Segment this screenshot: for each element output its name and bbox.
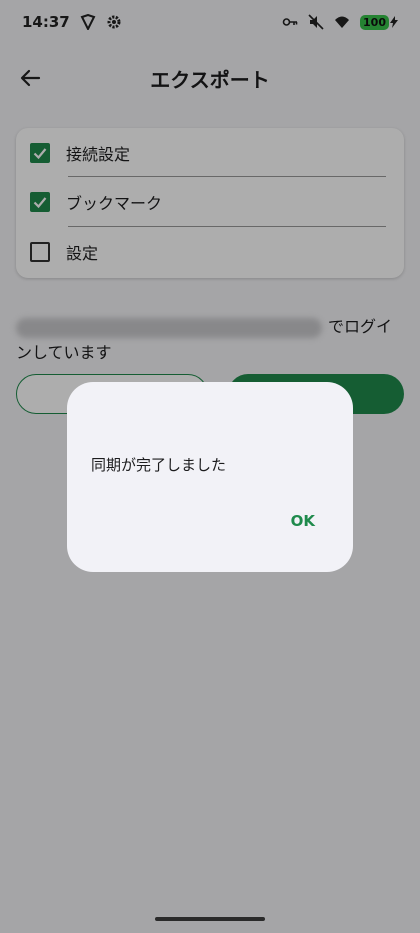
ok-button[interactable]: OK	[291, 512, 315, 530]
sync-complete-dialog: 同期が完了しました OK	[67, 382, 353, 572]
dialog-message: 同期が完了しました	[91, 456, 227, 474]
home-indicator[interactable]	[155, 917, 265, 921]
